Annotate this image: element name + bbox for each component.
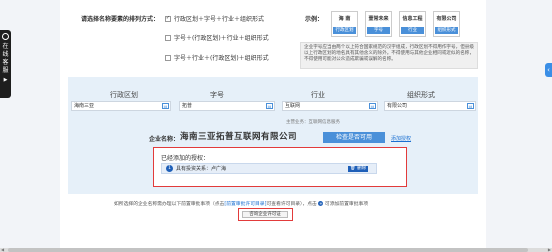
example-text: 有限公司: [436, 16, 457, 22]
consult-license-button[interactable]: 咨询企业许可证: [242, 211, 288, 218]
sidebar-label-1: 在: [2, 43, 9, 50]
form-field[interactable]: 有限公司 ▤: [384, 101, 476, 111]
header-brand: 字号: [210, 91, 224, 99]
consult-license-highlight: 咨询企业许可证: [238, 208, 293, 221]
sidebar-label-2: 线: [2, 51, 9, 58]
sidebar-arrow-icon: ▶: [3, 77, 8, 83]
naming-tip: 企业字号应当由两个以上符合国家规范的汉字组成，行政区划不得用作字号，但县级以上行…: [300, 42, 478, 69]
name-input-panel: 行政区划 字号 行业 组织形式 海南三亚 ▤ 拓普 ▤ 互联网 ▤ 有限公司 ▤…: [68, 77, 478, 194]
sidebar-label-4: 服: [2, 67, 9, 74]
scroll-right-arrow-icon[interactable]: ▶: [548, 247, 551, 252]
select-icon[interactable]: ▤: [369, 103, 376, 109]
example-box-brand: 壹常未来 字号: [365, 11, 392, 37]
select-icon[interactable]: ▤: [162, 103, 169, 109]
example-text: 信息工程: [402, 16, 423, 22]
sidebar-label-3: 客: [2, 59, 9, 66]
example-tag: 行政区划: [333, 27, 356, 34]
hint-text-middle: 可查看许可目录），点击: [266, 202, 317, 207]
page: 在 线 客 服 ▶ ‹ 请选择名称要素的排列方式： ✓ 行政区划＋字号＋行业＋组…: [0, 0, 552, 252]
industry-note: 主营业务：互联网信息服务: [286, 120, 340, 125]
online-service-sidebar[interactable]: 在 线 客 服 ▶: [0, 30, 11, 98]
order-label: 请选择名称要素的排列方式：: [81, 16, 160, 23]
chat-icon: [2, 33, 9, 40]
authorization-item-text: 具有投资关系：卢广海: [176, 166, 227, 172]
authorization-title: 已经添加的授权：: [161, 155, 210, 162]
authorization-box: 已经添加的授权： 1 具有投资关系：卢广海 🗑 删除: [153, 147, 407, 187]
order-option-3-label: 字号＋行业＋(行政区划)＋组织形式: [174, 55, 269, 62]
example-tag: 字号: [367, 27, 390, 34]
company-name-label: 企业名称：: [149, 136, 180, 143]
example-text: 壹常未来: [368, 16, 389, 22]
order-option-2-label: 字号＋(行政区划)＋行业＋组织形式: [174, 35, 269, 42]
industry-field[interactable]: 互联网 ▤: [282, 101, 378, 111]
region-field[interactable]: 海南三亚 ▤: [71, 101, 171, 111]
main-card: 请选择名称要素的排列方式： ✓ 行政区划＋字号＋行业＋组织形式 字号＋(行政区划…: [60, 0, 486, 252]
select-icon[interactable]: ▤: [266, 103, 273, 109]
order-option-1[interactable]: ✓ 行政区划＋字号＋行业＋组织形式: [165, 14, 264, 23]
header-industry: 行业: [311, 91, 325, 99]
delete-label: 删除: [357, 166, 367, 171]
example-box-form: 有限公司 组织形式: [433, 11, 460, 37]
expand-right-button[interactable]: ‹: [545, 63, 552, 77]
example-tag: 行业: [401, 27, 424, 34]
checkbox-icon[interactable]: [165, 54, 171, 61]
form-value: 有限公司: [387, 103, 408, 109]
select-icon[interactable]: ▤: [467, 103, 474, 109]
checkbox-icon[interactable]: [165, 34, 171, 41]
delete-authorization-button[interactable]: 🗑 删除: [348, 166, 368, 172]
horizontal-scrollbar[interactable]: ◀ ▶: [0, 247, 552, 252]
order-option-1-label: 行政区划＋字号＋行业＋组织形式: [174, 16, 265, 23]
hint-text-before: 如所选择的企业名称需办理以下前置审批事项（点击: [114, 202, 225, 207]
company-name-value: 海南三亚拓普互联网有限公司: [180, 132, 298, 142]
example-box-industry: 信息工程 行业: [399, 11, 426, 37]
brand-value: 拓普: [182, 103, 193, 109]
authorization-item: 1 具有投资关系：卢广海 🗑 删除: [161, 163, 377, 174]
brand-field[interactable]: 拓普 ▤: [179, 101, 275, 111]
industry-value: 互联网: [285, 103, 301, 109]
header-form: 组织形式: [407, 91, 435, 99]
check-availability-button[interactable]: 检查是否可用: [323, 132, 385, 143]
checkbox-checked-icon[interactable]: ✓: [165, 15, 171, 22]
example-label: 示例：: [305, 16, 324, 23]
add-authorization-link[interactable]: 添加授权: [391, 135, 411, 142]
scrollbar-thumb[interactable]: [8, 248, 528, 252]
item-number-badge: 1: [166, 165, 173, 172]
example-text: 海 南: [338, 16, 351, 22]
scroll-left-arrow-icon[interactable]: ◀: [1, 247, 4, 252]
add-prerequisite-plus-icon[interactable]: +: [318, 201, 324, 206]
prerequisite-catalog-link[interactable]: [前置审批许可目录]: [224, 202, 266, 207]
order-option-2[interactable]: 字号＋(行政区划)＋行业＋组织形式: [165, 33, 269, 42]
header-region: 行政区划: [110, 91, 138, 99]
hint-text-after: 可添加前置审批事项: [324, 202, 369, 207]
example-box-region: 海 南 行政区划: [331, 11, 358, 37]
order-option-3[interactable]: 字号＋行业＋(行政区划)＋组织形式: [165, 53, 269, 62]
region-value: 海南三亚: [74, 103, 95, 109]
example-tag: 组织形式: [435, 27, 458, 34]
prerequisite-hint: 如所选择的企业名称需办理以下前置审批事项（点击[前置审批许可目录]可查看许可目录…: [114, 200, 368, 207]
